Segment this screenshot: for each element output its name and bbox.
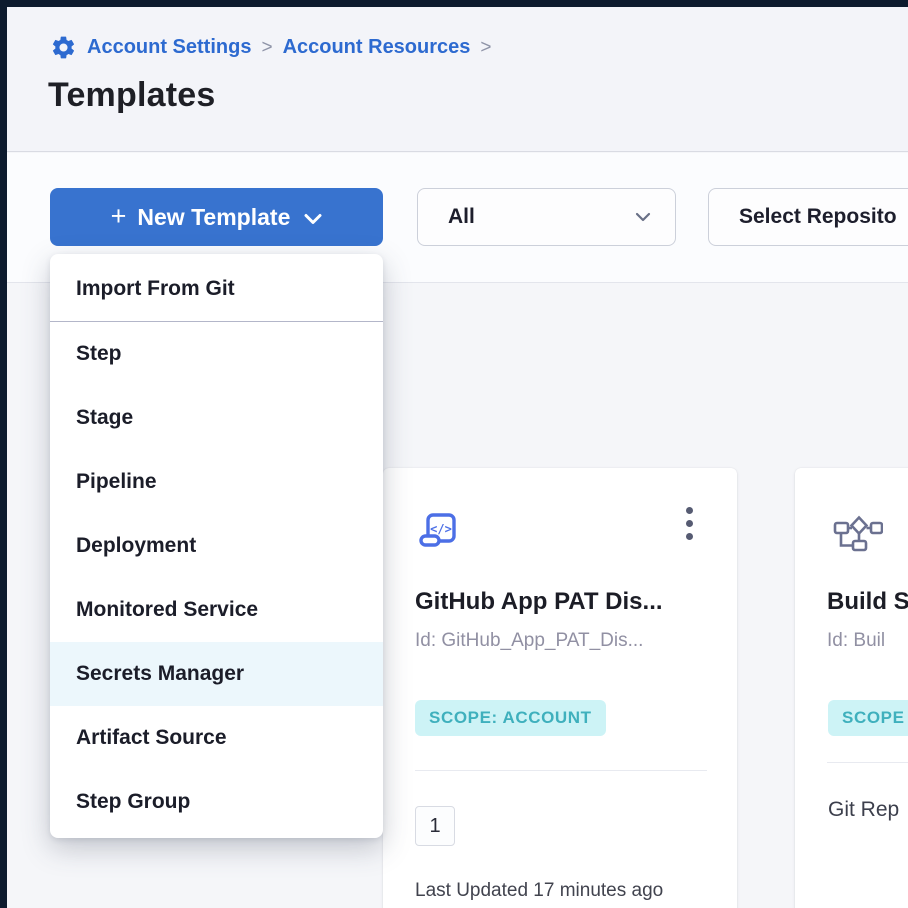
template-type-filter[interactable]: All — [417, 188, 676, 246]
repository-select[interactable]: Select Reposito — [708, 188, 908, 246]
breadcrumb-separator: > — [261, 37, 272, 59]
scope-badge: SCOPE: ACCOUNT — [415, 700, 606, 736]
chevron-down-icon — [635, 212, 651, 222]
menu-item-step[interactable]: Step — [50, 322, 383, 386]
template-card[interactable]: </> GitHub App PAT Dis... Id: GitHub_App… — [383, 468, 737, 908]
page-title: Templates — [48, 76, 215, 115]
breadcrumb-link-account-resources[interactable]: Account Resources — [283, 36, 471, 59]
gear-icon — [50, 34, 77, 61]
version-chip: 1 — [415, 806, 455, 846]
left-edge-bar — [0, 0, 7, 908]
top-edge-bar — [0, 0, 908, 7]
repository-select-label: Select Reposito — [739, 205, 897, 229]
template-card-id: Id: GitHub_App_PAT_Dis... — [415, 630, 643, 652]
kebab-menu-icon[interactable] — [677, 502, 701, 544]
template-card[interactable]: Build S Id: Buil SCOPE Git Rep — [795, 468, 908, 908]
menu-item-monitored-service[interactable]: Monitored Service — [50, 578, 383, 642]
breadcrumb-separator: > — [480, 37, 491, 59]
chevron-down-icon — [304, 213, 322, 225]
card-divider — [415, 770, 707, 771]
svg-text:</>: </> — [430, 522, 452, 536]
page-header: Account Settings > Account Resources > T… — [7, 7, 908, 152]
menu-item-pipeline[interactable]: Pipeline — [50, 450, 383, 514]
last-updated-text: Last Updated 17 minutes ago — [415, 880, 663, 902]
template-type-filter-value: All — [448, 205, 475, 229]
template-card-title: GitHub App PAT Dis... — [415, 588, 663, 616]
menu-item-stage[interactable]: Stage — [50, 386, 383, 450]
scope-badge: SCOPE — [828, 700, 908, 736]
breadcrumb-link-account-settings[interactable]: Account Settings — [87, 36, 251, 59]
menu-item-deployment[interactable]: Deployment — [50, 514, 383, 578]
menu-item-step-group[interactable]: Step Group — [50, 770, 383, 834]
new-template-menu: Import From Git Step Stage Pipeline Depl… — [50, 254, 383, 838]
menu-item-import-from-git[interactable]: Import From Git — [50, 256, 383, 321]
menu-item-artifact-source[interactable]: Artifact Source — [50, 706, 383, 770]
new-template-button-label: New Template — [137, 204, 290, 231]
new-template-button[interactable]: + New Template — [50, 188, 383, 246]
template-card-id: Id: Buil — [827, 630, 885, 652]
app-frame: Account Settings > Account Resources > T… — [0, 0, 908, 908]
card-divider — [827, 762, 908, 763]
template-card-title: Build S — [827, 588, 908, 616]
menu-item-secrets-manager[interactable]: Secrets Manager — [50, 642, 383, 706]
plus-icon: + — [111, 203, 127, 230]
git-repo-text: Git Rep — [828, 798, 899, 822]
stage-template-icon — [833, 514, 883, 552]
breadcrumb: Account Settings > Account Resources > — [50, 34, 492, 61]
code-template-icon: </> — [415, 510, 463, 556]
